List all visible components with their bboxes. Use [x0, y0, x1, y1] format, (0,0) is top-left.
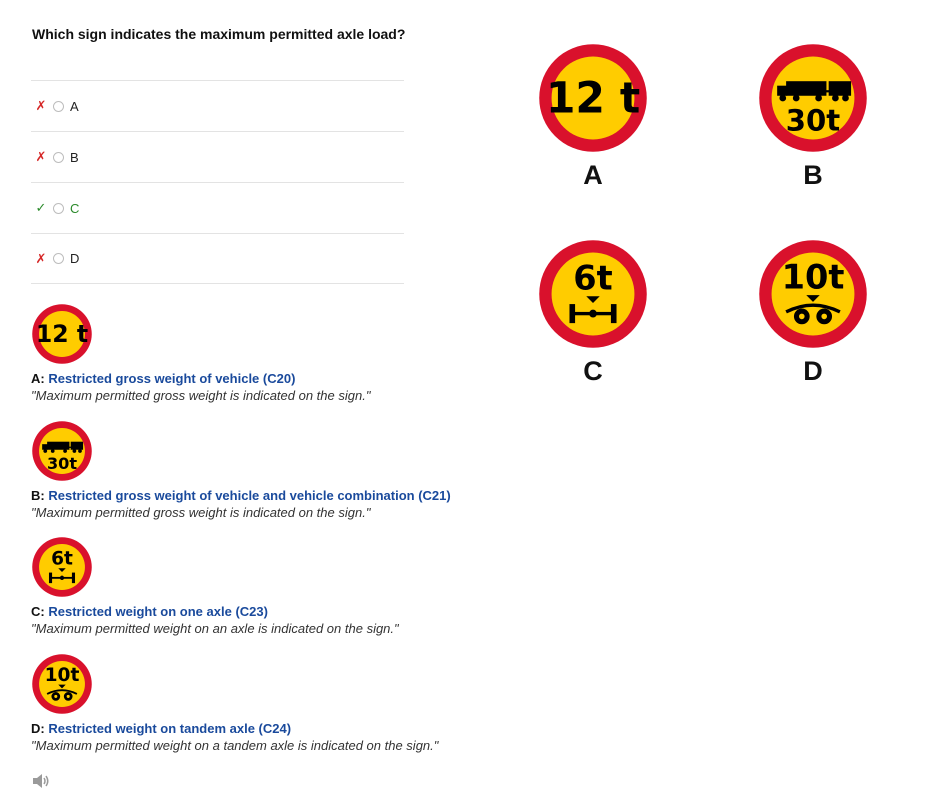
explanation-desc: "Maximum permitted weight on an axle is … — [31, 621, 399, 636]
question-text: Which sign indicates the maximum permitt… — [32, 26, 406, 42]
explanation-desc: "Maximum permitted weight on a tandem ax… — [31, 738, 439, 753]
sign-b-large: B — [757, 42, 869, 191]
wrong-mark-icon: ✗ — [35, 250, 47, 266]
wrong-mark-icon: ✗ — [35, 98, 47, 113]
sign-a-image — [537, 42, 649, 154]
explanation-title: A: Restricted gross weight of vehicle (C… — [31, 371, 491, 387]
explanation-title: B: Restricted gross weight of vehicle an… — [31, 488, 491, 504]
correct-mark-icon: ✓ — [35, 200, 47, 215]
radio-button[interactable] — [53, 253, 64, 264]
sign-b-image — [757, 42, 869, 154]
sign-d-image — [757, 238, 869, 350]
explanation-letter: D: — [31, 721, 45, 736]
sign-info-link[interactable]: Restricted weight on tandem axle (C24) — [48, 721, 291, 736]
explanation-letter: A: — [31, 371, 45, 386]
explanation-desc: "Maximum permitted gross weight is indic… — [31, 388, 371, 403]
sign-d-large: D — [757, 238, 869, 387]
answer-option-c[interactable]: ✓ C — [31, 182, 404, 233]
answer-label: B — [70, 149, 79, 165]
sign-b-thumbnail — [31, 420, 93, 482]
sign-a-large: A — [537, 42, 649, 191]
speaker-icon[interactable] — [32, 773, 50, 789]
explanation-a: A: Restricted gross weight of vehicle (C… — [31, 303, 491, 405]
sign-c-large: C — [537, 238, 649, 387]
sign-info-link[interactable]: Restricted weight on one axle (C23) — [48, 604, 268, 619]
explanation-desc: "Maximum permitted gross weight is indic… — [31, 505, 371, 520]
sign-d-thumbnail — [31, 653, 93, 715]
explanation-letter: B: — [31, 488, 45, 503]
radio-button[interactable] — [53, 100, 64, 112]
explanation-letter: C: — [31, 604, 45, 619]
explanation-d: D: Restricted weight on tandem axle (C24… — [31, 653, 491, 755]
answer-list: ✗ A ✗ B ✓ C ✗ D — [31, 80, 404, 284]
radio-button[interactable] — [53, 151, 64, 163]
sign-info-link[interactable]: Restricted gross weight of vehicle (C20) — [48, 371, 295, 386]
explanation-title: C: Restricted weight on one axle (C23) — [31, 604, 491, 620]
answer-option-a[interactable]: ✗ A — [31, 80, 404, 131]
sign-letter-label: D — [803, 356, 823, 386]
wrong-mark-icon: ✗ — [35, 149, 47, 164]
sign-letter-label: A — [583, 160, 603, 190]
answer-label: A — [70, 98, 79, 114]
sign-info-link[interactable]: Restricted gross weight of vehicle and v… — [48, 488, 450, 503]
sign-c-image — [537, 238, 649, 350]
sign-c-thumbnail — [31, 536, 93, 598]
sign-letter-label: C — [583, 356, 603, 386]
explanation-c: C: Restricted weight on one axle (C23) "… — [31, 536, 491, 638]
answer-label: D — [70, 251, 80, 266]
answer-option-d[interactable]: ✗ D — [31, 233, 404, 284]
explanation-title: D: Restricted weight on tandem axle (C24… — [31, 721, 491, 737]
sign-letter-label: B — [803, 160, 823, 190]
radio-button[interactable] — [53, 202, 64, 214]
sign-a-thumbnail — [31, 303, 93, 365]
answer-label: C — [70, 200, 80, 216]
explanation-b: B: Restricted gross weight of vehicle an… — [31, 420, 491, 522]
answer-option-b[interactable]: ✗ B — [31, 131, 404, 182]
